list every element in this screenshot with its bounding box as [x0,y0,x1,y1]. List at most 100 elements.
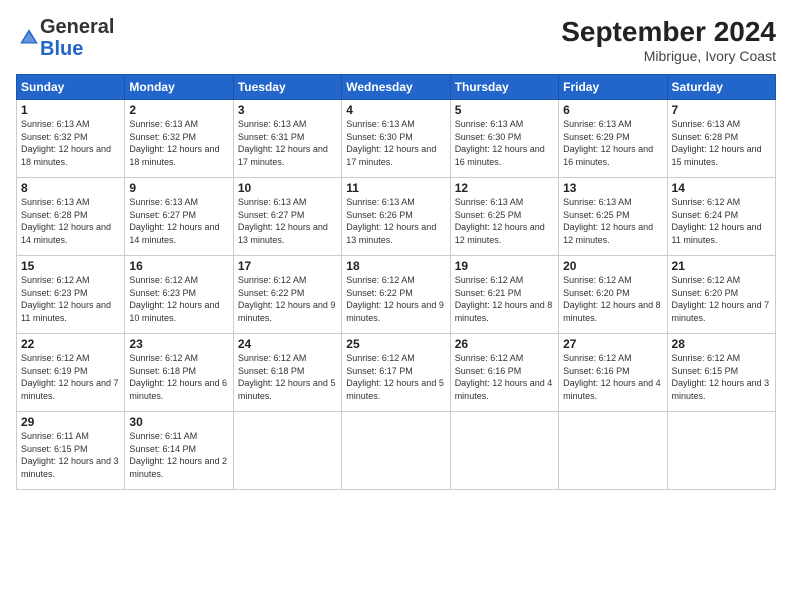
header-friday: Friday [559,75,667,100]
table-row: 15 Sunrise: 6:12 AMSunset: 6:23 PMDaylig… [17,256,125,334]
day-number: 7 [672,103,771,117]
table-row: 26 Sunrise: 6:12 AMSunset: 6:16 PMDaylig… [450,334,558,412]
empty-cell [559,412,667,490]
day-number: 4 [346,103,445,117]
day-info: Sunrise: 6:12 AMSunset: 6:20 PMDaylight:… [563,275,661,323]
calendar-week-row: 15 Sunrise: 6:12 AMSunset: 6:23 PMDaylig… [17,256,776,334]
day-info: Sunrise: 6:13 AMSunset: 6:26 PMDaylight:… [346,197,436,245]
table-row: 23 Sunrise: 6:12 AMSunset: 6:18 PMDaylig… [125,334,233,412]
day-number: 15 [21,259,120,273]
day-info: Sunrise: 6:13 AMSunset: 6:25 PMDaylight:… [563,197,653,245]
day-number: 12 [455,181,554,195]
day-info: Sunrise: 6:12 AMSunset: 6:22 PMDaylight:… [238,275,336,323]
calendar-week-row: 22 Sunrise: 6:12 AMSunset: 6:19 PMDaylig… [17,334,776,412]
table-row: 24 Sunrise: 6:12 AMSunset: 6:18 PMDaylig… [233,334,341,412]
title-block: September 2024 Mibrigue, Ivory Coast [561,16,776,64]
header-tuesday: Tuesday [233,75,341,100]
day-info: Sunrise: 6:13 AMSunset: 6:28 PMDaylight:… [672,119,762,167]
day-number: 2 [129,103,228,117]
table-row: 18 Sunrise: 6:12 AMSunset: 6:22 PMDaylig… [342,256,450,334]
header-thursday: Thursday [450,75,558,100]
day-number: 18 [346,259,445,273]
table-row: 19 Sunrise: 6:12 AMSunset: 6:21 PMDaylig… [450,256,558,334]
day-number: 14 [672,181,771,195]
day-number: 13 [563,181,662,195]
day-info: Sunrise: 6:12 AMSunset: 6:21 PMDaylight:… [455,275,553,323]
table-row: 21 Sunrise: 6:12 AMSunset: 6:20 PMDaylig… [667,256,775,334]
day-info: Sunrise: 6:12 AMSunset: 6:22 PMDaylight:… [346,275,444,323]
table-row: 17 Sunrise: 6:12 AMSunset: 6:22 PMDaylig… [233,256,341,334]
day-info: Sunrise: 6:12 AMSunset: 6:16 PMDaylight:… [563,353,661,401]
table-row: 14 Sunrise: 6:12 AMSunset: 6:24 PMDaylig… [667,178,775,256]
day-number: 11 [346,181,445,195]
day-info: Sunrise: 6:12 AMSunset: 6:23 PMDaylight:… [21,275,111,323]
day-info: Sunrise: 6:12 AMSunset: 6:15 PMDaylight:… [672,353,770,401]
day-info: Sunrise: 6:12 AMSunset: 6:18 PMDaylight:… [238,353,336,401]
day-info: Sunrise: 6:12 AMSunset: 6:18 PMDaylight:… [129,353,227,401]
table-row: 30 Sunrise: 6:11 AMSunset: 6:14 PMDaylig… [125,412,233,490]
empty-cell [450,412,558,490]
calendar-week-row: 29 Sunrise: 6:11 AMSunset: 6:15 PMDaylig… [17,412,776,490]
day-number: 16 [129,259,228,273]
day-info: Sunrise: 6:13 AMSunset: 6:27 PMDaylight:… [238,197,328,245]
day-number: 22 [21,337,120,351]
day-number: 26 [455,337,554,351]
table-row: 5 Sunrise: 6:13 AMSunset: 6:30 PMDayligh… [450,100,558,178]
day-info: Sunrise: 6:13 AMSunset: 6:28 PMDaylight:… [21,197,111,245]
day-info: Sunrise: 6:11 AMSunset: 6:14 PMDaylight:… [129,431,227,479]
table-row: 28 Sunrise: 6:12 AMSunset: 6:15 PMDaylig… [667,334,775,412]
day-number: 21 [672,259,771,273]
day-info: Sunrise: 6:12 AMSunset: 6:23 PMDaylight:… [129,275,219,323]
table-row: 11 Sunrise: 6:13 AMSunset: 6:26 PMDaylig… [342,178,450,256]
day-info: Sunrise: 6:12 AMSunset: 6:24 PMDaylight:… [672,197,762,245]
header-monday: Monday [125,75,233,100]
table-row: 4 Sunrise: 6:13 AMSunset: 6:30 PMDayligh… [342,100,450,178]
day-info: Sunrise: 6:13 AMSunset: 6:30 PMDaylight:… [455,119,545,167]
day-info: Sunrise: 6:12 AMSunset: 6:17 PMDaylight:… [346,353,444,401]
day-info: Sunrise: 6:13 AMSunset: 6:29 PMDaylight:… [563,119,653,167]
day-number: 28 [672,337,771,351]
day-number: 5 [455,103,554,117]
header-saturday: Saturday [667,75,775,100]
day-number: 9 [129,181,228,195]
table-row: 29 Sunrise: 6:11 AMSunset: 6:15 PMDaylig… [17,412,125,490]
location: Mibrigue, Ivory Coast [561,48,776,64]
day-info: Sunrise: 6:12 AMSunset: 6:19 PMDaylight:… [21,353,119,401]
empty-cell [233,412,341,490]
day-info: Sunrise: 6:13 AMSunset: 6:27 PMDaylight:… [129,197,219,245]
empty-cell [342,412,450,490]
day-number: 10 [238,181,337,195]
day-number: 19 [455,259,554,273]
day-number: 17 [238,259,337,273]
empty-cell [667,412,775,490]
table-row: 16 Sunrise: 6:12 AMSunset: 6:23 PMDaylig… [125,256,233,334]
day-info: Sunrise: 6:13 AMSunset: 6:32 PMDaylight:… [129,119,219,167]
logo-icon [18,27,40,49]
table-row: 12 Sunrise: 6:13 AMSunset: 6:25 PMDaylig… [450,178,558,256]
logo-general-text: General [40,16,114,38]
table-row: 22 Sunrise: 6:12 AMSunset: 6:19 PMDaylig… [17,334,125,412]
day-number: 23 [129,337,228,351]
calendar-week-row: 1 Sunrise: 6:13 AMSunset: 6:32 PMDayligh… [17,100,776,178]
table-row: 1 Sunrise: 6:13 AMSunset: 6:32 PMDayligh… [17,100,125,178]
table-row: 6 Sunrise: 6:13 AMSunset: 6:29 PMDayligh… [559,100,667,178]
logo-blue-text: Blue [40,38,83,60]
day-number: 29 [21,415,120,429]
day-info: Sunrise: 6:11 AMSunset: 6:15 PMDaylight:… [21,431,119,479]
day-info: Sunrise: 6:13 AMSunset: 6:31 PMDaylight:… [238,119,328,167]
month-title: September 2024 [561,16,776,48]
table-row: 20 Sunrise: 6:12 AMSunset: 6:20 PMDaylig… [559,256,667,334]
page-header: General Blue September 2024 Mibrigue, Iv… [16,16,776,64]
table-row: 10 Sunrise: 6:13 AMSunset: 6:27 PMDaylig… [233,178,341,256]
header-wednesday: Wednesday [342,75,450,100]
table-row: 2 Sunrise: 6:13 AMSunset: 6:32 PMDayligh… [125,100,233,178]
header-sunday: Sunday [17,75,125,100]
table-row: 3 Sunrise: 6:13 AMSunset: 6:31 PMDayligh… [233,100,341,178]
table-row: 8 Sunrise: 6:13 AMSunset: 6:28 PMDayligh… [17,178,125,256]
day-info: Sunrise: 6:12 AMSunset: 6:16 PMDaylight:… [455,353,553,401]
day-number: 20 [563,259,662,273]
day-info: Sunrise: 6:13 AMSunset: 6:32 PMDaylight:… [21,119,111,167]
calendar-week-row: 8 Sunrise: 6:13 AMSunset: 6:28 PMDayligh… [17,178,776,256]
day-number: 24 [238,337,337,351]
weekday-header-row: Sunday Monday Tuesday Wednesday Thursday… [17,75,776,100]
